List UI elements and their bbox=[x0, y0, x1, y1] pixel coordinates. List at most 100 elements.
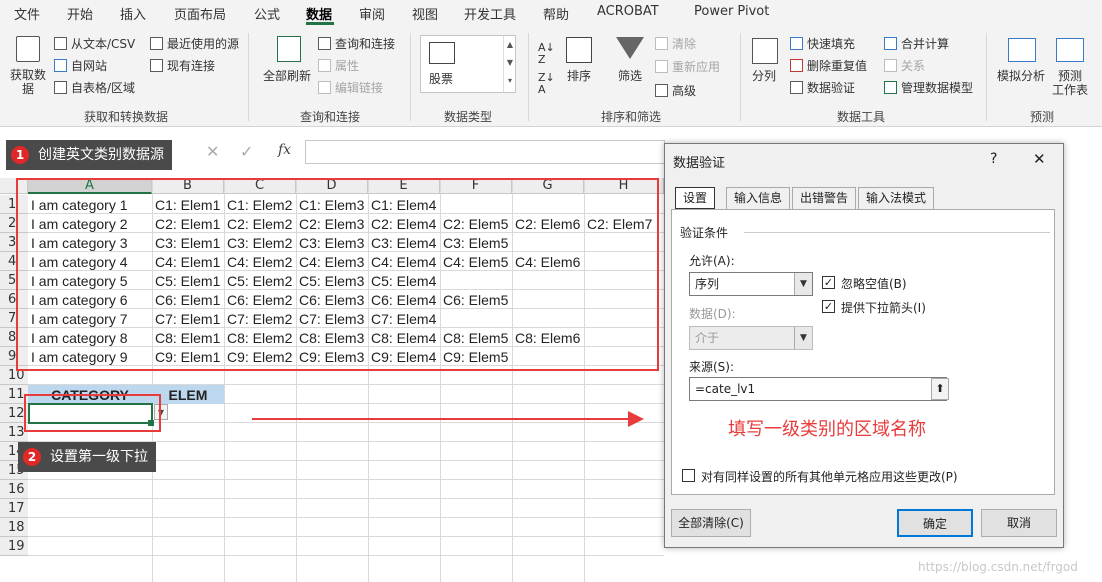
gridline bbox=[0, 536, 664, 537]
properties-icon bbox=[318, 59, 331, 72]
menu-page-layout[interactable]: 页面布局 bbox=[174, 4, 226, 23]
elem-header-cell[interactable]: ELEM bbox=[152, 385, 224, 404]
allow-select[interactable]: 序列 ▼ bbox=[689, 272, 813, 296]
menu-review[interactable]: 审阅 bbox=[359, 4, 385, 23]
cancel-button[interactable]: 取消 bbox=[981, 509, 1057, 537]
apply-all-label: 对有同样设置的所有其他单元格应用这些更改(P) bbox=[701, 470, 958, 484]
data-validation-icon bbox=[790, 81, 803, 94]
clear-icon bbox=[655, 37, 668, 50]
queries-connections-button[interactable]: 查询和连接 bbox=[335, 37, 395, 51]
manage-data-model-button[interactable]: 管理数据模型 bbox=[901, 81, 973, 95]
group-forecast: 预测 bbox=[1030, 110, 1055, 124]
what-if-button[interactable]: 模拟分析 bbox=[997, 69, 1045, 83]
ignore-blank-checkbox[interactable]: ✓ bbox=[822, 276, 835, 289]
consolidate-icon bbox=[884, 37, 897, 50]
edit-links-button[interactable]: 编辑链接 bbox=[335, 81, 383, 95]
reapply-button[interactable]: 重新应用 bbox=[672, 60, 720, 74]
ribbon-separator bbox=[740, 33, 741, 121]
first-level-dropdown-highlight bbox=[24, 394, 161, 432]
menu-formulas[interactable]: 公式 bbox=[254, 4, 280, 23]
refresh-all-icon bbox=[277, 36, 301, 62]
gallery-scroll[interactable]: ▲ ▼ ▾ bbox=[503, 36, 516, 92]
allow-select-value: 序列 bbox=[695, 277, 720, 291]
get-data-icon bbox=[16, 36, 40, 62]
insert-function-icon[interactable]: fx bbox=[278, 142, 291, 158]
menu-power-pivot[interactable]: Power Pivot bbox=[694, 4, 769, 19]
show-dropdown-checkbox[interactable]: ✓ bbox=[822, 300, 835, 313]
menu-view[interactable]: 视图 bbox=[412, 4, 438, 23]
tab-error-alert[interactable]: 出错警告 bbox=[792, 187, 857, 209]
tab-input-message[interactable]: 输入信息 bbox=[726, 187, 791, 209]
recent-sources-button[interactable]: 最近使用的源 bbox=[167, 37, 239, 51]
cancel-formula-icon[interactable]: ✕ bbox=[206, 142, 219, 161]
menu-developer[interactable]: 开发工具 bbox=[464, 4, 516, 23]
gridline bbox=[0, 479, 664, 480]
clear-all-button[interactable]: 全部清除(C) bbox=[671, 509, 751, 537]
data-validation-button[interactable]: 数据验证 bbox=[807, 81, 855, 95]
callout-step-1: 1 创建英文类别数据源 bbox=[6, 140, 172, 170]
tab-ime-mode[interactable]: 输入法模式 bbox=[858, 187, 935, 209]
flash-fill-button[interactable]: 快速填充 bbox=[807, 37, 855, 51]
data-model-icon bbox=[884, 81, 897, 94]
web-icon bbox=[54, 59, 67, 72]
chevron-down-icon[interactable]: ▼ bbox=[794, 273, 812, 295]
sort-za-icon[interactable]: Z↓ A bbox=[538, 72, 555, 96]
text-to-columns-button[interactable]: 分列 bbox=[752, 69, 776, 83]
relationships-icon bbox=[884, 59, 897, 72]
annotation-arrow-line bbox=[252, 418, 630, 420]
menu-help[interactable]: 帮助 bbox=[543, 4, 569, 23]
formula-input[interactable] bbox=[305, 140, 665, 164]
remove-duplicates-button[interactable]: 删除重复值 bbox=[807, 59, 867, 73]
properties-button[interactable]: 属性 bbox=[335, 59, 359, 73]
what-if-icon bbox=[1008, 38, 1036, 62]
row-header[interactable]: 16 bbox=[0, 480, 28, 499]
edit-links-icon bbox=[318, 81, 331, 94]
from-text-csv-button[interactable]: 从文本/CSV bbox=[71, 37, 135, 51]
ignore-blank-label: 忽略空值(B) bbox=[841, 277, 907, 291]
menu-acrobat[interactable]: ACROBAT bbox=[597, 4, 659, 19]
settings-panel: 验证条件 允许(A): 序列 ▼ ✓ 忽略空值(B) ✓ 提供下拉箭头(I) 数… bbox=[671, 209, 1055, 495]
close-icon[interactable]: ✕ bbox=[1033, 150, 1046, 168]
gridline bbox=[0, 555, 664, 556]
row-header[interactable]: 17 bbox=[0, 499, 28, 518]
advanced-button[interactable]: 高级 bbox=[672, 84, 696, 98]
source-input[interactable]: =cate_lv1 bbox=[689, 377, 947, 401]
data-select[interactable]: 介于 ▼ bbox=[689, 326, 813, 350]
menu-home[interactable]: 开始 bbox=[67, 4, 93, 23]
refresh-all-button[interactable]: 全部刷新 bbox=[263, 69, 311, 83]
forecast-sheet-button[interactable]: 预测 工作表 bbox=[1052, 69, 1088, 97]
existing-connections-button[interactable]: 现有连接 bbox=[167, 59, 215, 73]
ok-button[interactable]: 确定 bbox=[897, 509, 973, 537]
relationships-button[interactable]: 关系 bbox=[901, 59, 925, 73]
menu-bar: 文件 开始 插入 页面布局 公式 数据 审阅 视图 开发工具 帮助 ACROBA… bbox=[0, 0, 1102, 25]
enter-formula-icon[interactable]: ✓ bbox=[240, 142, 253, 161]
sort-az-icon[interactable]: A↓ Z bbox=[538, 42, 555, 66]
chevron-down-icon[interactable]: ▼ bbox=[794, 327, 812, 349]
callout-text: 设置第一级下拉 bbox=[50, 449, 148, 465]
help-button[interactable]: ? bbox=[990, 151, 997, 167]
data-types-gallery[interactable]: 股票 ▲ ▼ ▾ bbox=[420, 35, 516, 93]
row-header[interactable]: 18 bbox=[0, 518, 28, 537]
data-validation-dialog: 数据验证 ? ✕ 设置 输入信息 出错警告 输入法模式 验证条件 允许(A): … bbox=[664, 143, 1064, 548]
data-select-value: 介于 bbox=[695, 331, 720, 345]
filter-button[interactable]: 筛选 bbox=[618, 69, 642, 83]
watermark: https://blog.csdn.net/frgod bbox=[918, 560, 1078, 574]
sort-button[interactable]: 排序 bbox=[567, 69, 591, 83]
flash-fill-icon bbox=[790, 37, 803, 50]
apply-all-checkbox[interactable] bbox=[682, 469, 695, 482]
consolidate-button[interactable]: 合并计算 bbox=[901, 37, 949, 51]
menu-file[interactable]: 文件 bbox=[14, 4, 40, 23]
tab-settings[interactable]: 设置 bbox=[675, 187, 716, 209]
row-header[interactable]: 19 bbox=[0, 537, 28, 556]
clear-button[interactable]: 清除 bbox=[672, 37, 696, 51]
menu-insert[interactable]: 插入 bbox=[120, 4, 146, 23]
show-dropdown-label: 提供下拉箭头(I) bbox=[841, 301, 926, 315]
bank-icon bbox=[429, 42, 455, 64]
ribbon-separator bbox=[528, 33, 529, 121]
collapse-range-icon[interactable]: ⬆ bbox=[931, 378, 949, 400]
from-table-button[interactable]: 自表格/区域 bbox=[71, 81, 135, 95]
get-data-button[interactable]: 获取数 据 bbox=[10, 68, 46, 96]
existing-connections-icon bbox=[150, 59, 163, 72]
from-web-button[interactable]: 自网站 bbox=[71, 59, 107, 73]
menu-data[interactable]: 数据 bbox=[306, 4, 332, 23]
